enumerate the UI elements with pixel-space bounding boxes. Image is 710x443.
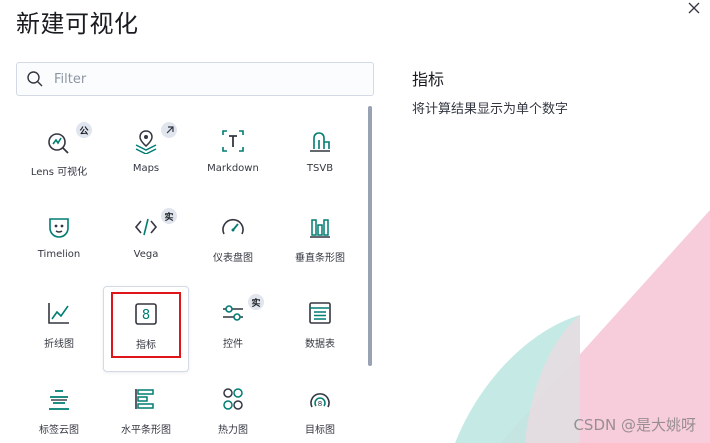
vis-card-label: 水平条形图 [121,425,171,436]
external-link-icon [161,122,177,138]
description-title: 指标 [412,70,445,89]
beta-badge: 公 [76,122,92,138]
vis-card-lens[interactable]: Lens 可视化 公 [16,106,102,192]
vis-card-label: Maps [132,163,160,174]
close-icon [688,2,700,14]
vis-card-label: Timelion [37,249,81,260]
grid-scrollbar[interactable] [368,106,372,366]
vertical-bar-icon [310,219,330,238]
vis-card-horizontal-bar[interactable]: 水平条形图 [103,364,189,443]
controls-icon [223,305,243,321]
vis-card-vertical-bar[interactable]: 垂直条形图 [277,192,363,278]
tsvb-icon [310,132,330,152]
vis-card-label: Lens 可视化 [30,167,88,178]
line-chart-icon [48,303,69,324]
vis-card-label: 数据表 [305,339,335,350]
gauge-icon [222,218,244,235]
experimental-badge: 实 [161,208,177,224]
decorative-illustration [455,210,710,443]
vis-card-label: TSVB [306,163,334,174]
vis-card-gauge[interactable]: 仪表盘图 [190,192,276,278]
vis-card-label: Vega [133,249,159,260]
timelion-icon [49,218,69,238]
vis-card-label: 垂直条形图 [295,253,345,264]
markdown-icon [222,130,244,152]
vis-card-goal[interactable]: 8 目标图 [277,364,363,443]
vis-card-label: 控件 [223,339,243,350]
goal-icon: 8 [310,393,330,408]
vis-card-label: 指标 [136,340,156,351]
vis-card-tsvb[interactable]: TSVB [277,106,363,192]
svg-text:8: 8 [318,400,322,408]
heatmap-icon [223,388,243,410]
close-button[interactable] [686,0,702,16]
metric-icon: 8 [135,303,157,325]
vis-card-data-table[interactable]: 数据表 [277,278,363,364]
maps-icon [135,130,157,154]
filter-search-field[interactable] [16,62,374,96]
vis-card-heatmap[interactable]: 热力图 [190,364,276,443]
vis-card-label: 热力图 [218,425,248,436]
vis-card-line[interactable]: 折线图 [16,278,102,364]
description-text: 将计算结果显示为单个数字 [412,102,569,117]
vis-card-tag-cloud[interactable]: 标签云图 [16,364,102,443]
vis-card-timelion[interactable]: Timelion [16,192,102,278]
vis-card-label: Markdown [207,163,259,174]
vega-icon [134,218,158,236]
vis-card-controls[interactable]: 控件 实 [190,278,276,364]
vis-card-label: 仪表盘图 [213,253,253,264]
svg-text:8: 8 [142,308,150,323]
vis-card-label: 目标图 [305,425,335,436]
filter-input[interactable] [52,70,356,88]
vis-card-label: 标签云图 [39,425,79,436]
experimental-badge: 实 [248,294,264,310]
horizontal-bar-icon [135,389,154,409]
vis-card-label: 折线图 [44,339,74,350]
vis-card-metric[interactable]: 8 指标 [103,286,189,372]
watermark-text: CSDN @是大姚呀 [573,416,696,434]
modal-title: 新建可视化 [16,10,139,38]
visualization-type-grid: Lens 可视化 公 Maps Markdown TSVB Timelion V… [16,106,370,443]
vis-card-maps[interactable]: Maps [103,106,189,192]
vis-card-markdown[interactable]: Markdown [190,106,276,192]
tag-cloud-icon [49,390,69,410]
search-icon [27,71,43,87]
data-table-icon [309,302,331,324]
lens-icon [48,133,69,154]
vis-card-vega[interactable]: Vega 实 [103,192,189,278]
